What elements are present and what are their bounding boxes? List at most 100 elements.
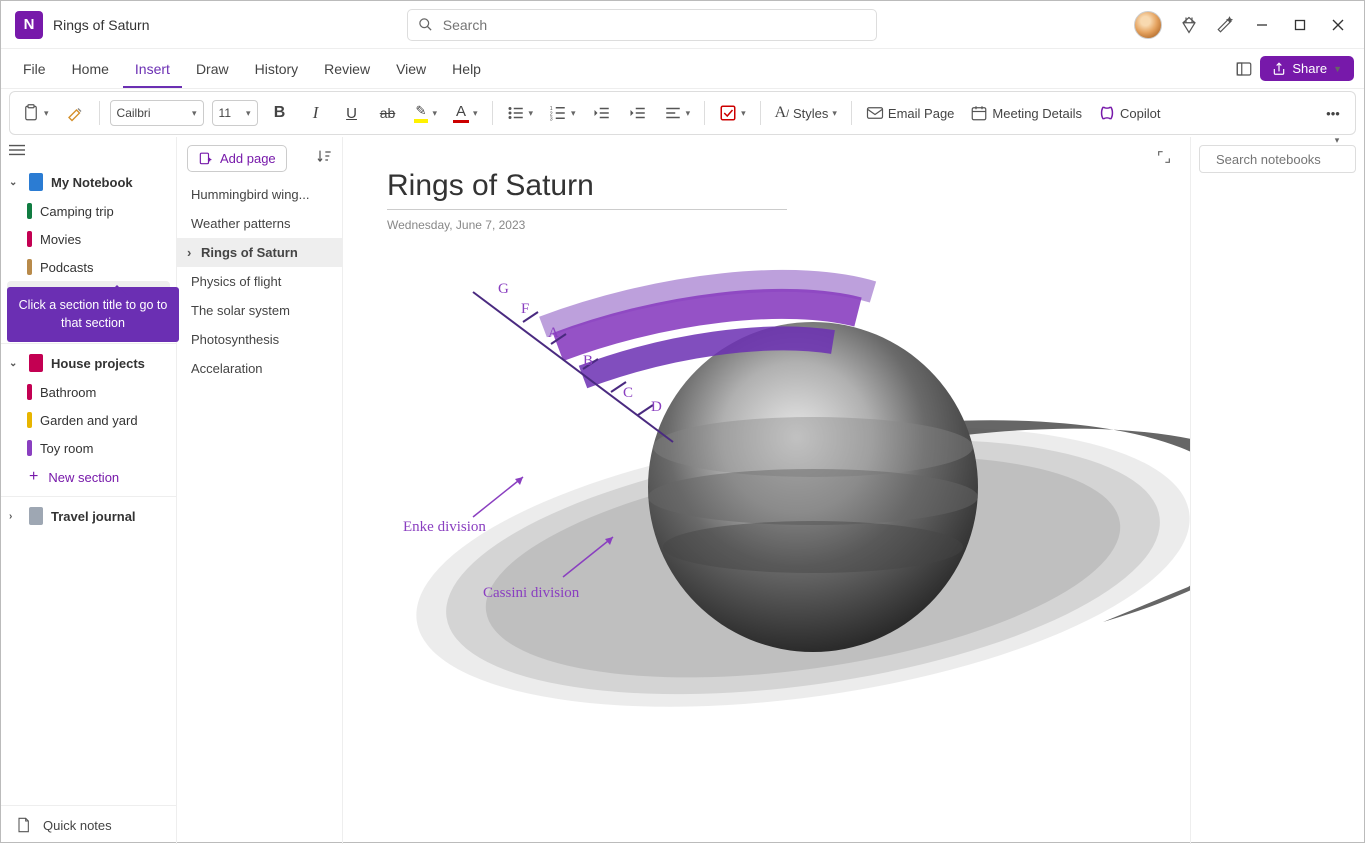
section-garden-and-yard[interactable]: Garden and yard [1, 406, 176, 434]
svg-text:3: 3 [550, 117, 553, 123]
fullscreen-button[interactable] [1156, 149, 1172, 170]
sort-pages-button[interactable] [316, 148, 332, 169]
font-selector[interactable]: Cailbri▾ [110, 100, 204, 126]
highlight-button[interactable]: ✎▾ [410, 99, 441, 127]
section-color-swatch [27, 231, 32, 247]
page-the-solar-system[interactable]: The solar system [177, 296, 342, 325]
search-icon [418, 17, 433, 32]
paste-button[interactable]: ▾ [18, 99, 53, 127]
search-input[interactable] [443, 17, 866, 33]
page-date: Wednesday, June 7, 2023 [387, 218, 1146, 232]
section-camping-trip[interactable]: Camping trip [1, 197, 176, 225]
indent-button[interactable] [624, 99, 652, 127]
user-avatar[interactable] [1134, 11, 1162, 39]
title-bar: N Rings of Saturn [1, 1, 1364, 49]
chevron-down-icon: ⌄ [9, 358, 21, 369]
page-canvas[interactable]: Rings of Saturn Wednesday, June 7, 2023 [343, 137, 1190, 844]
global-search[interactable] [407, 9, 877, 41]
styles-button[interactable]: A/Styles▾ [771, 99, 841, 127]
quick-notes-button[interactable]: Quick notes [1, 805, 176, 844]
annotation-enke: Enke division [403, 519, 486, 536]
todo-tag-button[interactable]: ▾ [715, 99, 750, 127]
coach-tooltip: Click a section title to go to that sect… [7, 287, 179, 342]
italic-button[interactable]: I [302, 99, 330, 127]
app-icon: N [15, 11, 43, 39]
copilot-button[interactable]: Copilot [1094, 99, 1164, 127]
font-color-button[interactable]: A▾ [449, 99, 482, 127]
numbered-list-button[interactable]: 123▾ [545, 99, 580, 127]
page-rings-of-saturn[interactable]: Rings of Saturn [177, 238, 342, 267]
full-page-view-icon[interactable] [1230, 55, 1258, 83]
notebook-icon [29, 173, 43, 191]
annotation-cassini: Cassini division [483, 585, 579, 602]
section-movies[interactable]: Movies [1, 225, 176, 253]
ribbon-toolbar: ▾ Cailbri▾ 11▾ B I U ab ✎▾ A▾ ▾ 123▾ ▾ ▾… [9, 91, 1356, 135]
page-weather-patterns[interactable]: Weather patterns [177, 209, 342, 238]
share-label: Share [1292, 61, 1327, 76]
notebook-house-projects[interactable]: ⌄House projects [1, 348, 176, 378]
ring-label-f: F [521, 301, 529, 318]
ring-label-b: B [583, 353, 593, 370]
chevron-down-icon: ⌄ [9, 177, 21, 188]
premium-icon[interactable] [1180, 16, 1198, 34]
ring-label-d: D [651, 399, 662, 416]
sparkle-pen-icon[interactable] [1216, 16, 1234, 34]
menu-help[interactable]: Help [440, 55, 493, 83]
menu-history[interactable]: History [243, 55, 311, 83]
share-icon [1272, 62, 1286, 76]
nav-toggle-icon[interactable] [1, 137, 176, 167]
menu-view[interactable]: View [384, 55, 438, 83]
align-button[interactable]: ▾ [660, 99, 695, 127]
section-color-swatch [27, 440, 32, 456]
ring-label-g: G [498, 281, 509, 298]
section-bathroom[interactable]: Bathroom [1, 378, 176, 406]
page-photosynthesis[interactable]: Photosynthesis [177, 325, 342, 354]
menu-insert[interactable]: Insert [123, 55, 182, 88]
right-panel: ▾ [1190, 137, 1364, 844]
notebook-my-notebook[interactable]: ⌄My Notebook [1, 167, 176, 197]
ring-label-c: C [623, 385, 633, 402]
notebook-icon [29, 354, 43, 372]
saturn-illustration: G F A B C D Enke division Cassini divisi… [403, 267, 1190, 717]
notebook-icon [29, 507, 43, 525]
section-toy-room[interactable]: Toy room [1, 434, 176, 462]
new-section-button[interactable]: +New section [1, 462, 176, 492]
meeting-details-button[interactable]: Meeting Details [966, 99, 1086, 127]
window-title: Rings of Saturn [53, 17, 150, 33]
underline-button[interactable]: U [338, 99, 366, 127]
chevron-down-icon: ▼ [1333, 64, 1342, 74]
outdent-button[interactable] [588, 99, 616, 127]
ribbon-expand-button[interactable]: ▾ [1323, 126, 1351, 154]
menu-bar: FileHomeInsertDrawHistoryReviewViewHelp … [1, 49, 1364, 89]
menu-file[interactable]: File [11, 55, 58, 83]
page-icon [15, 816, 31, 834]
minimize-button[interactable] [1252, 15, 1272, 35]
share-button[interactable]: Share ▼ [1260, 56, 1354, 81]
maximize-button[interactable] [1290, 15, 1310, 35]
page-hummingbird-wing-[interactable]: Hummingbird wing... [177, 180, 342, 209]
page-accelaration[interactable]: Accelaration [177, 354, 342, 383]
ring-label-a: A [548, 325, 559, 342]
page-title[interactable]: Rings of Saturn [387, 169, 787, 210]
bold-button[interactable]: B [266, 99, 294, 127]
notebook-travel-journal[interactable]: ›Travel journal [1, 501, 176, 531]
close-button[interactable] [1328, 15, 1348, 35]
chevron-right-icon: › [9, 511, 21, 522]
font-size-selector[interactable]: 11▾ [212, 100, 258, 126]
menu-home[interactable]: Home [60, 55, 121, 83]
plus-icon: + [29, 468, 38, 486]
format-painter-button[interactable] [61, 99, 89, 127]
page-physics-of-flight[interactable]: Physics of flight [177, 267, 342, 296]
section-color-swatch [27, 203, 32, 219]
notebook-nav: ⌄My NotebookCamping tripMoviesPodcastsSc… [1, 137, 177, 844]
menu-review[interactable]: Review [312, 55, 382, 83]
section-podcasts[interactable]: Podcasts [1, 253, 176, 281]
add-page-button[interactable]: Add page [187, 145, 287, 172]
bullet-list-button[interactable]: ▾ [503, 99, 538, 127]
strikethrough-button[interactable]: ab [374, 99, 402, 127]
page-list: Add page Hummingbird wing...Weather patt… [177, 137, 343, 844]
section-color-swatch [27, 259, 32, 275]
menu-draw[interactable]: Draw [184, 55, 241, 83]
email-page-button[interactable]: Email Page [862, 99, 958, 127]
more-button[interactable]: ••• [1319, 99, 1347, 127]
